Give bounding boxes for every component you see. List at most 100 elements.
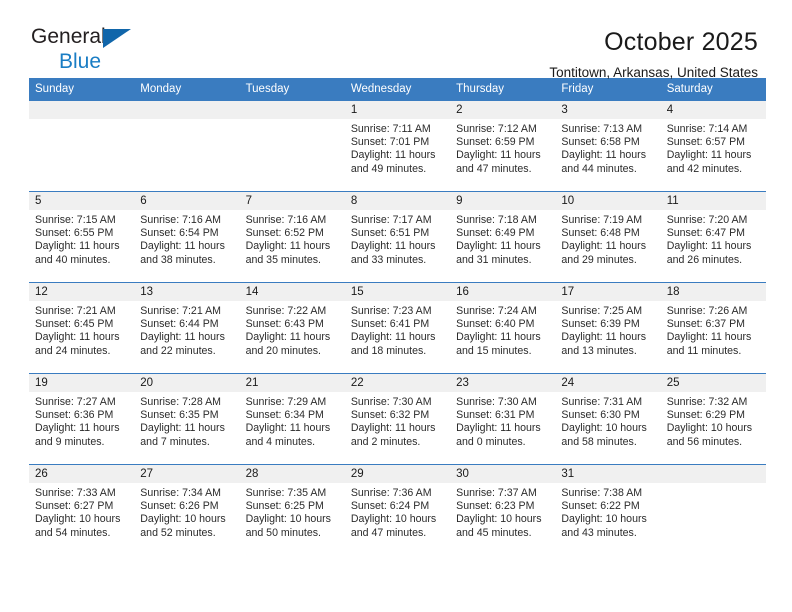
day-info-line: Sunset: 6:29 PM [666, 409, 746, 422]
day-number: 10 [555, 192, 661, 210]
day-info-line: and 4 minutes. [245, 435, 316, 448]
calendar-cell[interactable]: 1 Sunrise: 7:11 AM Sunset: 7:01 PM Daylight… [344, 101, 451, 192]
day-cell-17: 17 Sunrise: 7:25 AM Sunset: 6:39 PM Dayligh… [555, 283, 661, 373]
day-info: Sunrise: 7:27 AM Sunset: 6:36 PM Daylight:… [29, 392, 134, 449]
calendar-cell[interactable]: 24 Sunrise: 7:31 AM Sunset: 6:30 PM Dayligh… [555, 373, 661, 465]
day-info-line: and 33 minutes. [350, 253, 427, 266]
day-info-line: Sunset: 6:23 PM [456, 500, 535, 513]
day-cell-22: 22 Sunrise: 7:30 AM Sunset: 6:32 PM Dayligh… [344, 374, 451, 464]
calendar-cell[interactable]: 25 Sunrise: 7:32 AM Sunset: 6:29 PM Dayligh… [660, 373, 766, 465]
day-info-line: Daylight: 10 hours [666, 422, 753, 435]
calendar-cell[interactable]: 2 Sunrise: 7:12 AM Sunset: 6:59 PM Daylight… [450, 101, 556, 192]
calendar-table: Sunday Monday Tuesday Wednesday Thursday Frid… [29, 78, 766, 555]
day-info-line: Sunset: 7:01 PM [350, 136, 430, 149]
calendar-cell[interactable]: 27 Sunrise: 7:34 AM Sunset: 6:26 PM Dayligh… [134, 464, 240, 555]
day-info-line: Sunrise: 7:28 AM [140, 396, 221, 408]
day-info: Sunrise: 7:33 AM Sunset: 6:27 PM Daylight:… [29, 483, 134, 540]
calendar-cell[interactable]: 12 Sunrise: 7:21 AM Sunset: 6:45 PM Dayligh… [29, 282, 135, 374]
calendar-cell[interactable]: 10 Sunrise: 7:19 AM Sunset: 6:48 PM Dayligh… [555, 191, 661, 283]
calendar-cell[interactable]: 5 Sunrise: 7:15 AM Sunset: 6:55 PM Daylight… [29, 191, 135, 283]
day-info-line: and 50 minutes. [245, 526, 321, 539]
day-info: Sunrise: 7:21 AM Sunset: 6:44 PM Daylight:… [134, 301, 239, 358]
calendar-cell[interactable]: 13 Sunrise: 7:21 AM Sunset: 6:44 PM Dayligh… [134, 282, 240, 374]
calendar-cell[interactable]: 30 Sunrise: 7:37 AM Sunset: 6:23 PM Dayligh… [450, 464, 556, 555]
day-cell-18: 18 Sunrise: 7:26 AM Sunset: 6:37 PM Dayligh… [660, 283, 766, 373]
day-number: 6 [134, 192, 240, 210]
day-cell-16: 16 Sunrise: 7:24 AM Sunset: 6:40 PM Dayligh… [450, 283, 556, 373]
day-info-line: Sunset: 6:51 PM [350, 227, 430, 240]
weekday-header-thursday: Thursday [450, 78, 556, 101]
day-info: Sunrise: 7:11 AM Sunset: 7:01 PM Daylight:… [345, 119, 450, 176]
calendar-cell[interactable]: 16 Sunrise: 7:24 AM Sunset: 6:40 PM Dayligh… [450, 282, 556, 374]
day-info-line: and 20 minutes. [245, 344, 321, 357]
day-info-line: and 45 minutes. [456, 526, 532, 539]
calendar-cell[interactable]: 3 Sunrise: 7:13 AM Sunset: 6:58 PM Daylight… [555, 101, 661, 192]
day-info: Sunrise: 7:14 AM Sunset: 6:57 PM Daylight:… [661, 119, 766, 176]
calendar-cell[interactable]: 6 Sunrise: 7:16 AM Sunset: 6:54 PM Daylight… [134, 191, 240, 283]
day-number: 14 [239, 283, 345, 301]
day-info-line: Daylight: 11 hours [350, 149, 436, 162]
day-info: Sunrise: 7:32 AM Sunset: 6:29 PM Daylight:… [661, 392, 766, 449]
day-info-line: Sunset: 6:41 PM [350, 318, 430, 331]
day-cell-23: 23 Sunrise: 7:30 AM Sunset: 6:31 PM Dayligh… [450, 374, 556, 464]
day-info: Sunrise: 7:37 AM Sunset: 6:23 PM Daylight:… [450, 483, 555, 540]
day-info: Sunrise: 7:16 AM Sunset: 6:54 PM Daylight:… [134, 210, 239, 267]
day-number: 12 [29, 283, 135, 301]
calendar-cell[interactable]: 17 Sunrise: 7:25 AM Sunset: 6:39 PM Dayligh… [555, 282, 661, 374]
calendar-cell[interactable]: 9 Sunrise: 7:18 AM Sunset: 6:49 PM Daylight… [450, 191, 556, 283]
day-cell-21: 21 Sunrise: 7:29 AM Sunset: 6:34 PM Dayligh… [239, 374, 345, 464]
day-info-line: Daylight: 10 hours [456, 513, 542, 526]
calendar-cell[interactable]: 20 Sunrise: 7:28 AM Sunset: 6:35 PM Dayligh… [134, 373, 240, 465]
day-info-line: Sunset: 6:32 PM [350, 409, 430, 422]
day-number: 17 [555, 283, 661, 301]
calendar-cell[interactable]: 28 Sunrise: 7:35 AM Sunset: 6:25 PM Dayligh… [239, 464, 345, 555]
day-info-line: Daylight: 11 hours [456, 331, 541, 344]
calendar-cell[interactable]: 26 Sunrise: 7:33 AM Sunset: 6:27 PM Dayligh… [29, 464, 135, 555]
calendar-cell[interactable]: 4 Sunrise: 7:14 AM Sunset: 6:57 PM Daylight… [660, 101, 766, 192]
day-info-line: Sunrise: 7:33 AM [35, 487, 116, 499]
calendar-cell[interactable]: 15 Sunrise: 7:23 AM Sunset: 6:41 PM Dayligh… [344, 282, 451, 374]
calendar-cell[interactable]: 29 Sunrise: 7:36 AM Sunset: 6:24 PM Dayligh… [344, 464, 451, 555]
calendar-cell[interactable]: 8 Sunrise: 7:17 AM Sunset: 6:51 PM Daylight… [344, 191, 451, 283]
calendar-body: 1 Sunrise: 7:11 AM Sunset: 7:01 PM Daylight… [29, 101, 766, 555]
calendar-cell[interactable]: 11 Sunrise: 7:20 AM Sunset: 6:47 PM Dayligh… [660, 191, 766, 283]
calendar-cell[interactable]: 22 Sunrise: 7:30 AM Sunset: 6:32 PM Dayligh… [344, 373, 451, 465]
brand-logo[interactable]: General Blue [31, 26, 151, 78]
day-info-line: Sunset: 6:59 PM [456, 136, 535, 149]
day-info-line: Sunset: 6:47 PM [666, 227, 746, 240]
day-number: 30 [450, 465, 556, 483]
day-info-line: Daylight: 11 hours [350, 331, 436, 344]
day-info-line: Daylight: 11 hours [350, 240, 436, 253]
day-info: Sunrise: 7:31 AM Sunset: 6:30 PM Daylight:… [555, 392, 660, 449]
calendar-cell[interactable]: 18 Sunrise: 7:26 AM Sunset: 6:37 PM Dayligh… [660, 282, 766, 374]
day-info-line: and 47 minutes. [350, 526, 427, 539]
day-number: 16 [450, 283, 556, 301]
day-number: 15 [344, 283, 451, 301]
calendar-cell[interactable]: 19 Sunrise: 7:27 AM Sunset: 6:36 PM Dayligh… [29, 373, 135, 465]
calendar-cell[interactable]: 21 Sunrise: 7:29 AM Sunset: 6:34 PM Dayligh… [239, 373, 345, 465]
calendar-cell[interactable]: 14 Sunrise: 7:22 AM Sunset: 6:43 PM Dayligh… [239, 282, 345, 374]
day-cell-30: 30 Sunrise: 7:37 AM Sunset: 6:23 PM Dayligh… [450, 465, 556, 555]
day-cell-3: 3 Sunrise: 7:13 AM Sunset: 6:58 PM Daylight… [555, 101, 661, 191]
calendar-cell[interactable]: 7 Sunrise: 7:16 AM Sunset: 6:52 PM Daylight… [239, 191, 345, 283]
day-info-line: and 40 minutes. [35, 253, 111, 266]
day-number: 7 [239, 192, 345, 210]
calendar-cell[interactable]: 31 Sunrise: 7:38 AM Sunset: 6:22 PM Dayligh… [555, 464, 661, 555]
day-info-line: and 24 minutes. [35, 344, 111, 357]
calendar-cell [29, 101, 135, 192]
day-number: 13 [134, 283, 240, 301]
day-cell-5: 5 Sunrise: 7:15 AM Sunset: 6:55 PM Daylight… [29, 192, 135, 282]
page-header: General Blue October 2025 Tontitown, Ark… [0, 0, 792, 80]
day-cell-9: 9 Sunrise: 7:18 AM Sunset: 6:49 PM Daylight… [450, 192, 556, 282]
day-info: Sunrise: 7:21 AM Sunset: 6:45 PM Daylight:… [29, 301, 134, 358]
day-info-line: Sunrise: 7:23 AM [350, 305, 432, 317]
day-info-line: Daylight: 11 hours [140, 240, 225, 253]
day-number [660, 465, 766, 483]
day-number: 5 [29, 192, 135, 210]
day-info-line: and 15 minutes. [456, 344, 532, 357]
day-info-line: Sunset: 6:44 PM [140, 318, 219, 331]
day-cell-28: 28 Sunrise: 7:35 AM Sunset: 6:25 PM Dayligh… [239, 465, 345, 555]
day-info-line: Daylight: 11 hours [561, 240, 647, 253]
day-cell-19: 19 Sunrise: 7:27 AM Sunset: 6:36 PM Dayligh… [29, 374, 135, 464]
calendar-cell[interactable]: 23 Sunrise: 7:30 AM Sunset: 6:31 PM Dayligh… [450, 373, 556, 465]
